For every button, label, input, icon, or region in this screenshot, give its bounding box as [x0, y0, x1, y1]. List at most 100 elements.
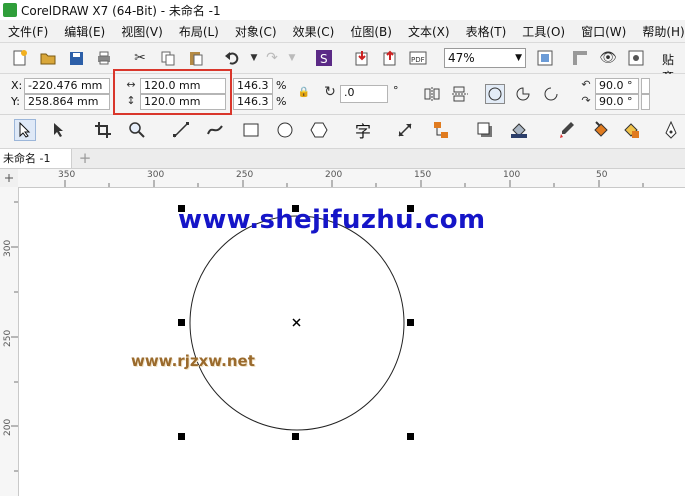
add-tab-icon[interactable]: + [77, 150, 93, 166]
menu-bar: 文件(F) 编辑(E) 视图(V) 布局(L) 对象(C) 效果(C) 位图(B… [0, 20, 685, 43]
ruler-v-tick-label: 200 [3, 418, 13, 436]
menu-help[interactable]: 帮助(H) [634, 23, 685, 40]
scale-width-field[interactable]: 146.3 [233, 78, 273, 94]
full-screen-preview-icon[interactable] [535, 48, 555, 68]
x-position-field[interactable]: -220.476 mm [24, 78, 110, 94]
menu-file[interactable]: 文件(F) [0, 23, 56, 40]
print-icon[interactable] [94, 48, 114, 68]
window-title: CorelDRAW X7 (64-Bit) - 未命名 -1 [21, 3, 221, 18]
ruler-origin[interactable] [0, 169, 19, 188]
shape-tool-icon[interactable] [48, 119, 70, 141]
drop-shadow-tool-icon[interactable] [474, 119, 496, 141]
y-label: Y: [11, 95, 20, 108]
mirror-vertical-icon[interactable] [450, 84, 470, 104]
arc-mode-icon[interactable] [541, 84, 561, 104]
ruler-v-tick-label: 300 [3, 239, 13, 257]
y-position-field[interactable]: 258.864 mm [24, 94, 110, 110]
open-folder-icon[interactable] [38, 48, 58, 68]
rotation-angle-field[interactable]: .0 [340, 85, 388, 103]
ruler-h-tick-label: 100 [503, 170, 521, 180]
outline-pen-icon[interactable] [660, 119, 682, 141]
connector-tool-icon[interactable] [430, 119, 452, 141]
center-marker-icon [292, 318, 301, 327]
title-bar: CorelDRAW X7 (64-Bit) - 未命名 -1 [0, 0, 685, 21]
cut-icon[interactable]: ✂ [130, 48, 150, 68]
menu-edit[interactable]: 编辑(E) [56, 23, 113, 40]
document-tab-bar: 未命名 -1 + [0, 149, 685, 169]
ruler-h-tick-label: 250 [236, 170, 254, 180]
menu-bitmaps[interactable]: 位图(B) [342, 23, 400, 40]
show-rulers-icon[interactable] [570, 48, 590, 68]
scale-width-percent: % [276, 79, 287, 92]
transparency-tool-icon[interactable] [508, 119, 530, 141]
pick-tool-icon[interactable] [14, 119, 36, 141]
rotation-icon: ↻ [324, 84, 336, 100]
tab-document[interactable]: 未命名 -1 [0, 149, 72, 168]
rectangle-tool-icon[interactable] [240, 119, 262, 141]
paste-icon[interactable] [186, 48, 206, 68]
save-icon[interactable] [66, 48, 86, 68]
svg-text:S: S [320, 52, 328, 66]
snap-options-icon[interactable] [626, 48, 646, 68]
polygon-tool-icon[interactable] [308, 119, 330, 141]
menu-effects[interactable]: 效果(C) [285, 23, 343, 40]
vertical-ruler[interactable]: 300 250 200 [0, 187, 19, 496]
menu-tools[interactable]: 工具(O) [514, 23, 573, 40]
redo-icon[interactable]: ↷ [262, 48, 282, 68]
svg-text:PDF: PDF [411, 56, 425, 64]
undo-dropdown-icon[interactable]: ▼ [244, 48, 264, 68]
ruler-h-tick-label: 150 [414, 170, 432, 180]
crop-tool-icon[interactable] [92, 119, 114, 141]
size-fields-highlight [113, 69, 232, 115]
menu-text[interactable]: 文本(X) [400, 23, 458, 40]
selection-handle [407, 433, 414, 440]
search-content-icon[interactable]: S [314, 48, 334, 68]
import-icon[interactable] [352, 48, 372, 68]
menu-window[interactable]: 窗口(W) [573, 23, 634, 40]
interactive-fill-icon[interactable] [590, 119, 612, 141]
menu-view[interactable]: 视图(V) [113, 23, 171, 40]
coreldraw-logo-icon [3, 3, 17, 17]
freehand-tool-icon[interactable] [170, 119, 192, 141]
menu-object[interactable]: 对象(C) [227, 23, 285, 40]
undo-icon[interactable] [222, 48, 242, 68]
lock-ratio-icon[interactable]: 🔒 [294, 82, 314, 102]
copy-icon[interactable] [158, 48, 178, 68]
zoom-level-value: 47% [448, 51, 475, 65]
rotation-degree-label: ° [393, 84, 399, 97]
mirror-horizontal-icon[interactable] [422, 84, 442, 104]
ruler-h-tick-label: 300 [147, 170, 165, 180]
watermark-bottom: www.rjzxw.net [131, 352, 255, 370]
artistic-media-icon[interactable] [204, 119, 226, 141]
pie-mode-icon[interactable] [513, 84, 533, 104]
view-options-icon[interactable]: 👁 [598, 48, 618, 68]
menu-layout[interactable]: 布局(L) [171, 23, 227, 40]
ellipse-mode-icon[interactable] [485, 84, 505, 104]
end-angle-field[interactable]: 90.0 ° [595, 94, 639, 110]
zoom-tool-icon[interactable] [126, 119, 148, 141]
ruler-h-tick-label: 50 [596, 170, 608, 180]
menu-table[interactable]: 表格(T) [458, 23, 515, 40]
start-angle-spinner[interactable] [641, 78, 650, 94]
export-icon[interactable] [380, 48, 400, 68]
horizontal-ruler[interactable]: 350 300 250 200 150 100 50 [18, 169, 685, 188]
selection-handle [292, 433, 299, 440]
publish-pdf-icon[interactable]: PDF [408, 48, 428, 68]
start-angle-field[interactable]: 90.0 ° [595, 78, 639, 94]
dimension-tool-icon[interactable] [394, 119, 416, 141]
zoom-dropdown-icon[interactable]: ▼ [515, 49, 522, 67]
x-label: X: [11, 79, 23, 92]
selection-handle [407, 319, 414, 326]
color-eyedropper-icon[interactable] [556, 119, 578, 141]
new-document-icon[interactable] [10, 48, 30, 68]
selection-handle [178, 319, 185, 326]
ruler-h-tick-label: 200 [325, 170, 343, 180]
redo-dropdown-icon[interactable]: ▼ [282, 48, 302, 68]
smart-fill-icon[interactable] [620, 119, 642, 141]
text-tool-icon[interactable]: 字 [352, 119, 374, 141]
scale-height-field[interactable]: 146.3 [233, 94, 273, 110]
ellipse-tool-icon[interactable] [274, 119, 296, 141]
end-angle-spinner[interactable] [641, 94, 650, 110]
end-angle-icon: ↷ [581, 93, 591, 107]
zoom-level-select[interactable]: 47% ▼ [444, 48, 526, 68]
